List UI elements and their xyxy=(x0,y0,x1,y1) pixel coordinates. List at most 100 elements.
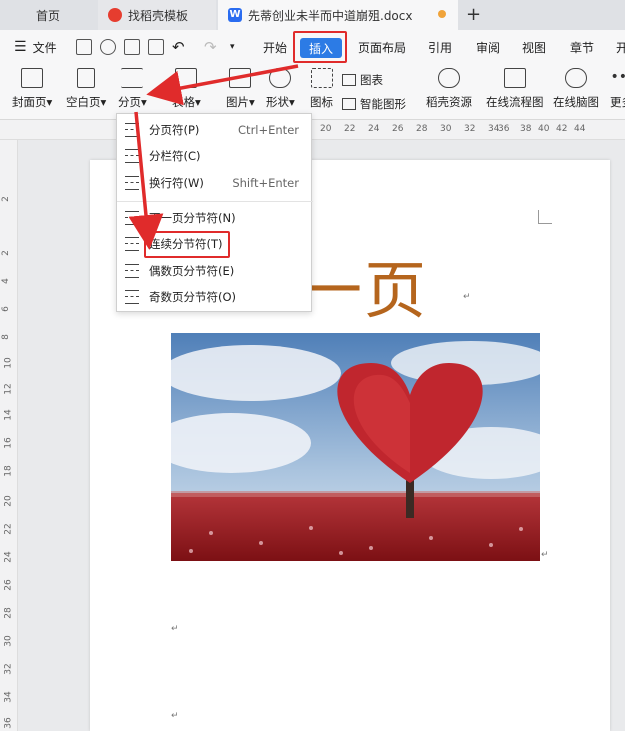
ruler-tick: 40 xyxy=(538,124,550,134)
ruler-tick: 2 xyxy=(0,196,11,202)
flowchart-icon xyxy=(503,68,526,88)
even-page-section-break-icon xyxy=(125,264,139,278)
next-page-section-break-icon xyxy=(125,211,139,225)
ruler-tick: 36 xyxy=(3,717,14,729)
line-break-item-label: 换行符(W) xyxy=(149,176,204,190)
table-label: 表格 xyxy=(172,95,195,109)
ruler-tick: 32 xyxy=(3,663,14,675)
more-dots-icon: •• xyxy=(610,69,625,85)
ruler-tick: 24 xyxy=(3,551,14,563)
flowchart-label: 在线流程图 xyxy=(486,95,544,109)
blank-page-icon xyxy=(77,68,96,88)
continuous-section-break-icon xyxy=(125,237,139,251)
picture-label: 图片 xyxy=(226,95,249,109)
column-break-item[interactable]: 分栏符(C) xyxy=(117,143,313,169)
vertical-ruler: 2 2 4 6 8 10 12 14 16 18 20 22 24 26 28 … xyxy=(0,140,18,731)
tab-template-label: 找稻壳模板 xyxy=(128,8,189,23)
tab-home-label: 首页 xyxy=(35,8,60,23)
ruler-tick: 30 xyxy=(3,635,14,647)
icon-library-button[interactable]: 图标 xyxy=(310,68,333,110)
ruler-tick: 10 xyxy=(3,357,14,369)
docer-resource-button[interactable]: 稻壳资源 xyxy=(426,68,472,110)
line-break-item[interactable]: 换行符(W) Shift+Enter xyxy=(117,170,313,196)
column-break-item-icon xyxy=(125,149,139,163)
more-button[interactable]: •• 更多 xyxy=(610,68,625,110)
ruler-tick: 42 xyxy=(556,124,568,134)
paragraph-mark-icon: ↵ xyxy=(171,624,179,634)
ruler-tick: 4 xyxy=(0,278,11,284)
tab-view[interactable]: 视图 xyxy=(522,30,546,64)
mindmap-icon xyxy=(565,68,587,88)
ruler-tick: 36 xyxy=(498,124,510,134)
undo-icon[interactable]: ↶ xyxy=(172,30,185,64)
column-break-item-label: 分栏符(C) xyxy=(149,149,201,163)
ruler-tick: 26 xyxy=(392,124,404,134)
page-break-button[interactable]: 分页▾ xyxy=(118,68,147,110)
icon-library-label: 图标 xyxy=(310,95,333,109)
odd-page-section-break-item[interactable]: 奇数页分节符(O) xyxy=(117,284,313,310)
chart-button[interactable]: 图表 xyxy=(342,72,383,88)
ruler-tick: 18 xyxy=(3,465,14,477)
smartart-label: 智能图形 xyxy=(360,97,406,111)
margin-corner-mark xyxy=(538,210,552,224)
redo-icon[interactable]: ↷ xyxy=(204,30,217,64)
page-break-item[interactable]: 分页符(P) Ctrl+Enter xyxy=(117,117,313,143)
heart-tree-picture xyxy=(171,333,540,561)
ruler-tick: 30 xyxy=(440,124,452,134)
new-tab-plus-icon[interactable]: + xyxy=(466,4,481,25)
unsaved-dot-icon xyxy=(438,10,446,18)
print-icon[interactable] xyxy=(124,39,140,55)
smartart-button[interactable]: 智能图形 xyxy=(342,96,406,112)
page-break-item-label: 分页符(P) xyxy=(149,123,200,137)
page-break-shortcut: Ctrl+Enter xyxy=(238,123,299,137)
dropdown-divider xyxy=(117,201,313,202)
shape-label: 形状 xyxy=(266,95,289,109)
blank-page-button[interactable]: 空白页▾ xyxy=(66,68,106,110)
heart-tree-image[interactable] xyxy=(171,333,540,561)
mindmap-button[interactable]: 在线脑图 xyxy=(553,68,599,110)
tab-home[interactable]: 首页 xyxy=(0,0,96,30)
cover-page-button[interactable]: 封面页▾ xyxy=(12,68,52,110)
tab-page-layout[interactable]: 页面布局 xyxy=(358,30,406,64)
tab-document[interactable]: W 先蒂创业未半而中道崩殂.docx xyxy=(218,0,458,30)
file-menu-button[interactable]: ☰ 文件 xyxy=(14,30,57,64)
docer-resource-icon xyxy=(438,68,460,88)
ruler-tick: 38 xyxy=(520,124,532,134)
next-page-section-break-label: 下一页分节符(N) xyxy=(149,211,236,225)
even-page-section-break-item[interactable]: 偶数页分节符(E) xyxy=(117,258,313,284)
tab-references[interactable]: 引用 xyxy=(428,30,452,64)
tab-template[interactable]: 找稻壳模板 xyxy=(98,0,216,30)
next-page-section-break-item[interactable]: 下一页分节符(N) xyxy=(117,205,313,231)
docer-resource-label: 稻壳资源 xyxy=(426,95,472,109)
tab-start[interactable]: 开始 xyxy=(263,30,287,64)
tab-chapter[interactable]: 章节 xyxy=(570,30,594,64)
cover-page-label: 封面页 xyxy=(12,95,47,109)
export-icon[interactable] xyxy=(100,39,116,55)
ruler-tick: 24 xyxy=(368,124,380,134)
tab-more[interactable]: 开 xyxy=(616,30,625,64)
ruler-tick: 32 xyxy=(464,124,476,134)
ruler-tick: 34 xyxy=(3,691,14,703)
document-title-text[interactable]: 一页 xyxy=(300,240,428,330)
page-break-item-icon xyxy=(125,123,139,137)
paragraph-mark-icon: ↵ xyxy=(171,711,179,721)
save-icon[interactable] xyxy=(76,39,92,55)
ruler-tick: 14 xyxy=(3,409,14,421)
preview-icon[interactable] xyxy=(148,39,164,55)
shape-button[interactable]: 形状▾ xyxy=(266,68,295,110)
line-break-item-icon xyxy=(125,176,139,190)
flowchart-button[interactable]: 在线流程图 xyxy=(486,68,544,110)
ruler-tick: 16 xyxy=(3,437,14,449)
ruler-tick: 28 xyxy=(3,607,14,619)
quick-access-chevron-icon[interactable]: ▾ xyxy=(230,30,235,64)
tab-document-label: 先蒂创业未半而中道崩殂.docx xyxy=(248,8,413,23)
tab-review[interactable]: 审阅 xyxy=(476,30,500,64)
ruler-tick: 26 xyxy=(3,579,14,591)
picture-button[interactable]: 图片▾ xyxy=(226,68,255,110)
table-button[interactable]: 表格▾ xyxy=(172,68,201,110)
ruler-tick: 28 xyxy=(416,124,428,134)
odd-page-section-break-label: 奇数页分节符(O) xyxy=(149,290,237,304)
ruler-tick: 22 xyxy=(3,523,14,535)
continuous-section-break-highlight xyxy=(144,231,230,258)
file-menu-label: 文件 xyxy=(32,40,57,55)
